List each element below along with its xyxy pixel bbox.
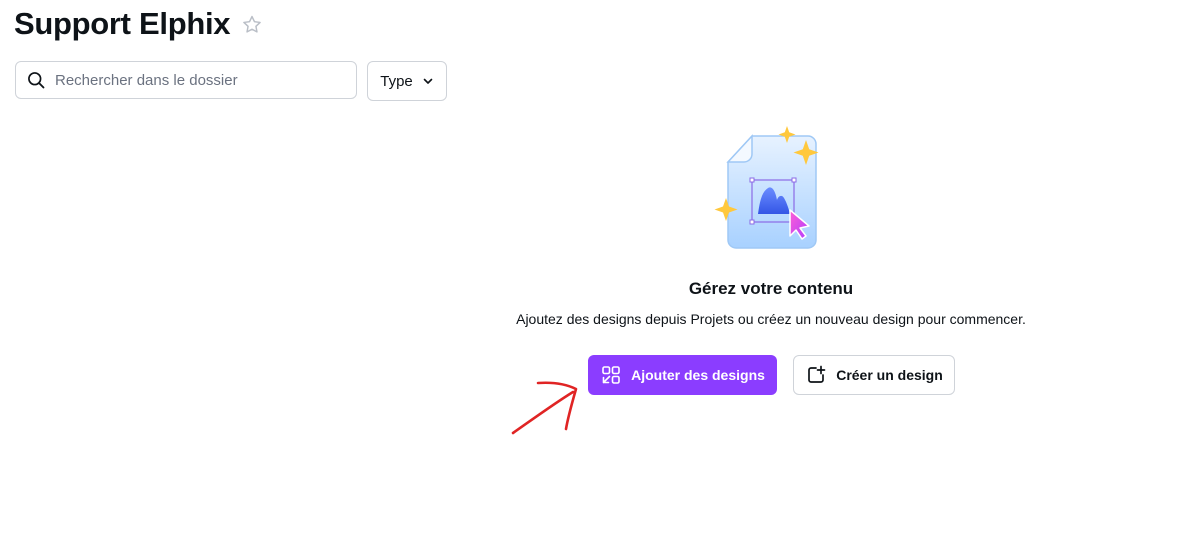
page-title: Support Elphix <box>14 6 231 41</box>
add-designs-label: Ajouter des designs <box>631 367 765 383</box>
chevron-down-icon <box>422 75 434 87</box>
create-design-label: Créer un design <box>836 367 943 383</box>
add-designs-icon <box>600 364 622 386</box>
star-outline-icon <box>243 15 262 33</box>
empty-folder-illustration <box>714 126 819 249</box>
add-designs-button[interactable]: Ajouter des designs <box>588 355 777 395</box>
red-arrow-annotation <box>511 381 578 435</box>
title-row: Support Elphix <box>14 4 264 44</box>
create-design-icon <box>805 364 827 386</box>
search-box[interactable] <box>15 61 357 99</box>
empty-state-title: Gérez votre contenu <box>688 279 854 298</box>
type-filter-label: Type <box>380 72 413 90</box>
create-design-button[interactable]: Créer un design <box>793 355 955 395</box>
favorite-star-button[interactable] <box>240 13 264 37</box>
type-filter-dropdown[interactable]: Type <box>367 61 447 101</box>
search-input[interactable] <box>55 62 356 98</box>
empty-state-subtitle: Ajoutez des designs depuis Projets ou cr… <box>516 311 1026 327</box>
search-icon <box>25 69 47 91</box>
